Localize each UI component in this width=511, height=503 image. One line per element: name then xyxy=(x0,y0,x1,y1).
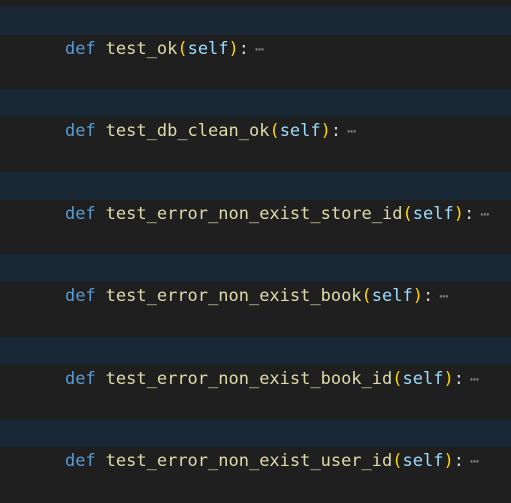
colon: : xyxy=(453,369,464,389)
function-name: test_error_non_exist_user_id xyxy=(105,451,393,471)
function-name: test_ok xyxy=(105,39,178,59)
open-paren: ( xyxy=(392,451,403,471)
fold-ellipsis-icon[interactable]: ⋯ xyxy=(480,200,490,228)
colon: : xyxy=(453,451,464,471)
close-paren: ) xyxy=(443,369,454,389)
fold-ellipsis-icon[interactable]: ⋯ xyxy=(439,282,449,310)
close-paren: ) xyxy=(453,204,464,224)
fold-ellipsis-icon[interactable]: ⋯ xyxy=(470,447,480,475)
close-paren: ) xyxy=(443,451,454,471)
function-name: test_error_non_exist_store_id xyxy=(105,204,403,224)
code-editor[interactable]: def test_ok(self): ⋯ def test_db_clean_ok(s… xyxy=(0,0,511,471)
self-param: self xyxy=(402,451,444,471)
self-param: self xyxy=(402,369,444,389)
function-name: test_db_clean_ok xyxy=(105,121,270,141)
function-name: test_error_non_exist_book xyxy=(105,286,362,306)
open-paren: ( xyxy=(269,121,280,141)
def-keyword: def xyxy=(64,39,96,59)
close-paren: ) xyxy=(412,286,423,306)
colon: : xyxy=(238,39,250,59)
self-param: self xyxy=(187,39,229,59)
fold-ellipsis-icon[interactable]: ⋯ xyxy=(470,365,480,393)
folded-function-line[interactable]: def test_error_non_exist_book(self): ⋯ xyxy=(0,254,511,306)
open-paren: ( xyxy=(402,204,413,224)
self-param: self xyxy=(279,121,321,141)
def-keyword: def xyxy=(64,286,96,306)
function-name: test_error_non_exist_book_id xyxy=(105,369,393,389)
close-paren: ) xyxy=(320,121,331,141)
folded-function-line[interactable]: def test_ok(self): ⋯ xyxy=(0,7,511,59)
def-keyword: def xyxy=(64,204,96,224)
folded-function-line[interactable]: def test_error_non_exist_book_id(self): ⋯ xyxy=(0,337,511,389)
self-param: self xyxy=(371,286,413,306)
open-paren: ( xyxy=(361,286,372,306)
folded-function-line[interactable]: def test_db_clean_ok(self): ⋯ xyxy=(0,89,511,141)
open-paren: ( xyxy=(177,39,188,59)
open-paren: ( xyxy=(392,369,403,389)
fold-ellipsis-icon[interactable]: ⋯ xyxy=(255,35,265,63)
def-keyword: def xyxy=(64,121,96,141)
self-param: self xyxy=(412,204,454,224)
close-paren: ) xyxy=(228,39,239,59)
fold-ellipsis-icon[interactable]: ⋯ xyxy=(347,117,357,145)
colon: : xyxy=(423,286,434,306)
def-keyword: def xyxy=(64,451,96,471)
colon: : xyxy=(463,204,475,224)
colon: : xyxy=(330,121,342,141)
folded-function-line[interactable]: def test_error_non_exist_store_id(self): ⋯ xyxy=(0,172,511,224)
def-keyword: def xyxy=(64,369,96,389)
folded-function-line[interactable]: def test_error_non_exist_user_id(self): ⋯ xyxy=(0,419,511,471)
